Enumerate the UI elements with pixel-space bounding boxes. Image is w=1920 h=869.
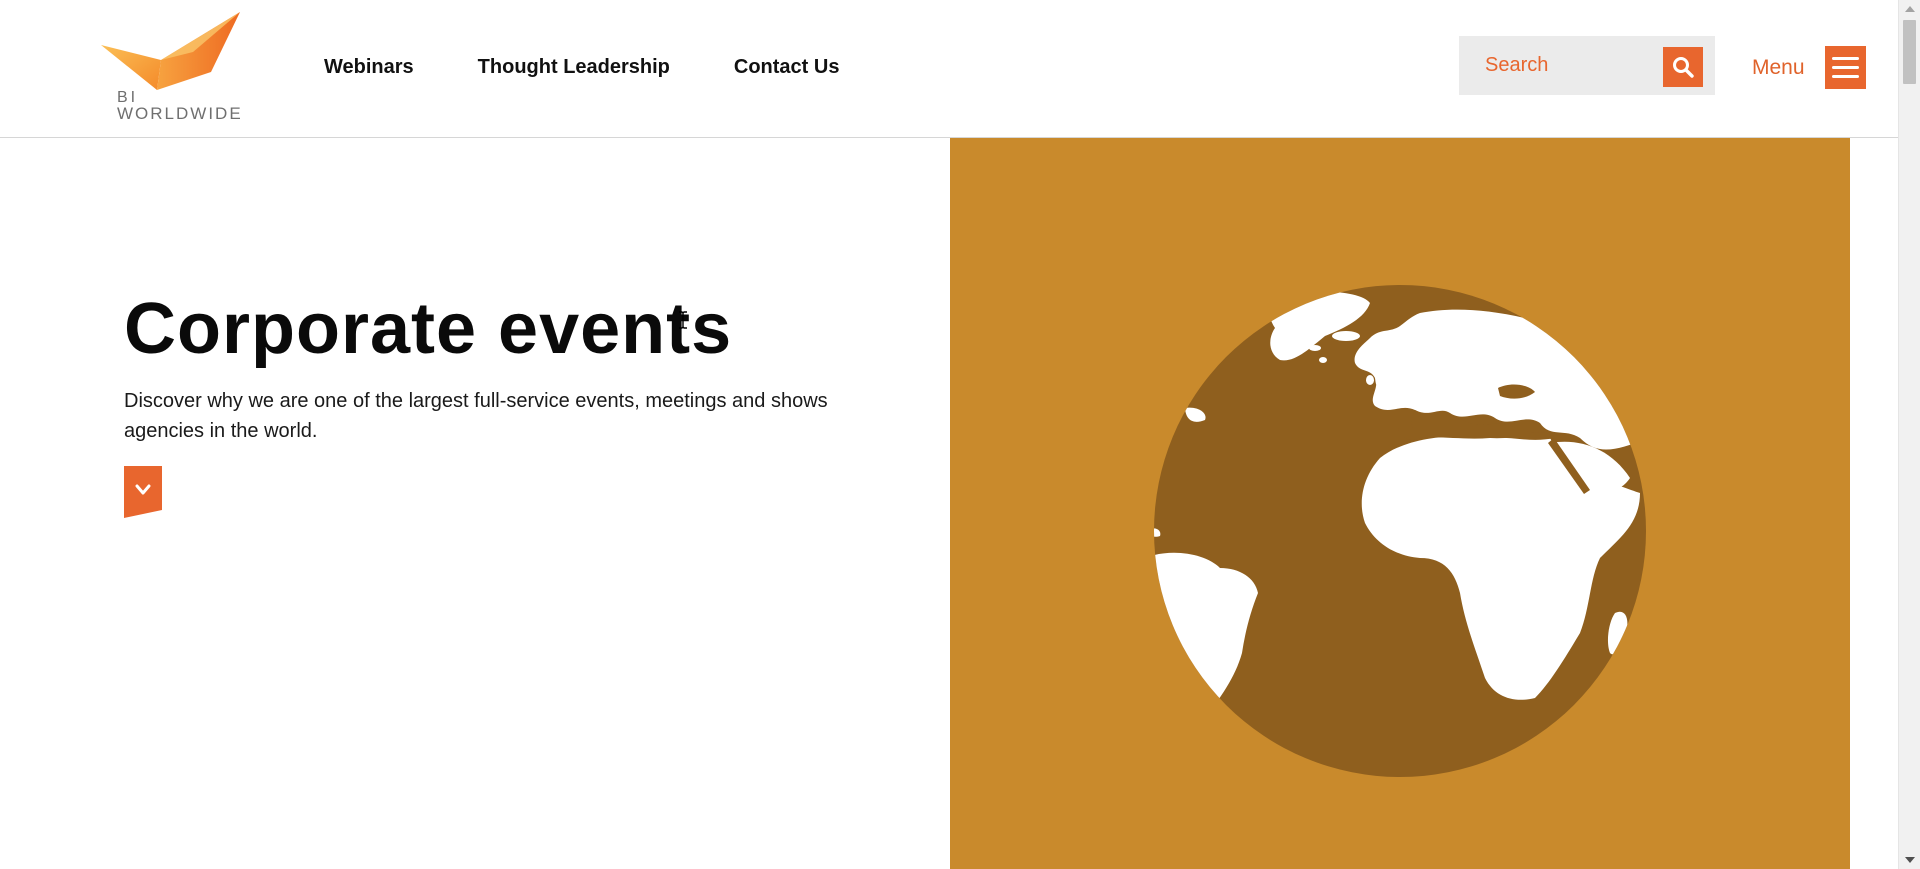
nav-webinars[interactable]: Webinars	[324, 56, 414, 79]
globe-icon	[1154, 285, 1646, 777]
search-icon	[1673, 57, 1694, 78]
page: BI WORLDWIDE Webinars Thought Leadership…	[0, 0, 1920, 869]
search-box	[1459, 36, 1715, 95]
logo-text-worldwide: WORLDWIDE	[117, 104, 243, 123]
nav-contact-us[interactable]: Contact Us	[734, 56, 840, 79]
search-input[interactable]	[1459, 36, 1659, 95]
hero-image	[950, 138, 1850, 869]
menu-label: Menu	[1752, 55, 1805, 79]
main-nav: Webinars Thought Leadership Contact Us	[324, 56, 839, 79]
nav-thought-leadership[interactable]: Thought Leadership	[478, 56, 670, 79]
menu-toggle[interactable]: Menu	[1752, 46, 1866, 89]
brand-logo[interactable]: BI WORLDWIDE	[101, 12, 241, 123]
scroll-down-button[interactable]	[124, 466, 162, 518]
page-scrollbar[interactable]	[1898, 0, 1920, 869]
chevron-down-icon	[124, 466, 162, 518]
scroll-thumb[interactable]	[1903, 20, 1916, 84]
scroll-down-arrow-icon[interactable]	[1905, 857, 1915, 863]
scroll-up-arrow-icon[interactable]	[1905, 6, 1915, 12]
hamburger-icon	[1824, 46, 1866, 89]
search-button[interactable]	[1663, 47, 1703, 87]
site-header: BI WORLDWIDE Webinars Thought Leadership…	[0, 0, 1898, 138]
hero-title: Corporate events	[124, 289, 733, 369]
text-cursor-icon	[679, 311, 687, 329]
hero-description: Discover why we are one of the largest f…	[124, 390, 828, 442]
